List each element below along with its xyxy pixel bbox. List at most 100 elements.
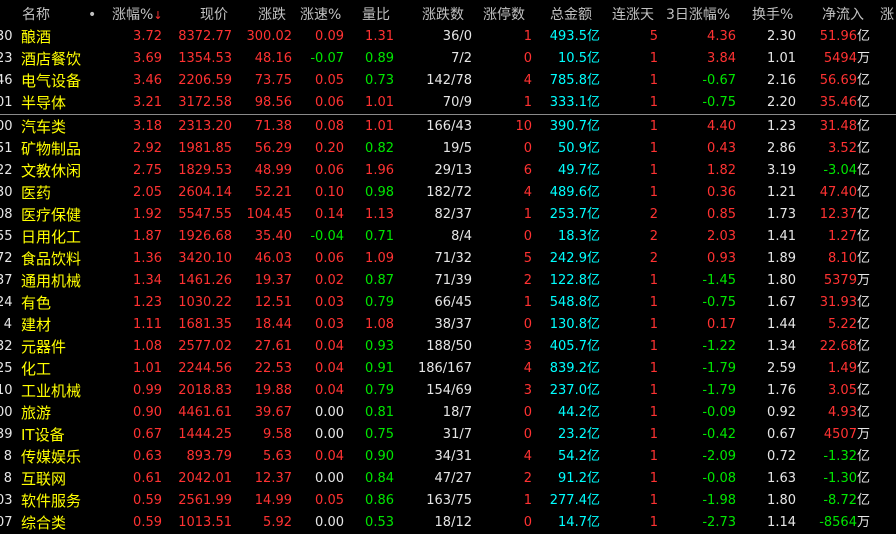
col-change-pct-header[interactable]: 涨幅%↓ bbox=[112, 4, 168, 26]
col-change-header[interactable]: 涨跌 bbox=[258, 4, 298, 26]
table-row[interactable]: 4 建材 1.11 1681.35 18.44 0.03 1.08 38/37 0 1 0.17 1.… bbox=[0, 314, 896, 336]
table-row[interactable]: 8 传媒娱乐 0.63 893.79 5.63 0.04 0.90 34/31 4 1 -2.09 0… bbox=[0, 446, 896, 468]
row-amount: 253.7亿 bbox=[536, 204, 600, 226]
table-row[interactable]: 08 医疗保健 1.92 5547.55 104.45 0.14 1.13 82/37 1 2 0.… bbox=[0, 204, 896, 226]
table-row[interactable]: 22 文教休闲 2.75 1829.53 48.99 0.06 1.96 29/13 6 1 1.8… bbox=[0, 160, 896, 182]
row-amount-value: 493.5 bbox=[549, 29, 587, 44]
row-volume-ratio: 1.01 bbox=[365, 95, 394, 110]
table-row[interactable]: 51 矿物制品 2.92 1981.85 56.29 0.20 0.82 19/5 0 1 0.43… bbox=[0, 138, 896, 160]
row-price: 2313.20 bbox=[178, 119, 232, 134]
row-change-pct: 0.59 bbox=[133, 493, 162, 508]
row-amount-value: 548.8 bbox=[549, 295, 587, 310]
col-name-header[interactable]: 名称 bbox=[22, 4, 82, 26]
table-row[interactable]: 39 IT设备 0.67 1444.25 9.58 0.00 0.75 31/7 0 1 -0.42… bbox=[0, 424, 896, 446]
row-consec-days: 1 bbox=[649, 405, 658, 420]
row-up-down: 82/37 bbox=[434, 207, 472, 222]
table-row[interactable]: 10 工业机械 0.99 2018.83 19.88 0.04 0.79 154/69 3 1 -1… bbox=[0, 380, 896, 402]
row-speed: 0.02 bbox=[315, 273, 344, 288]
col-amount-header[interactable]: 总金额 bbox=[550, 4, 606, 26]
row-net-inflow-unit: 亿 bbox=[856, 339, 870, 354]
row-code: 01 bbox=[0, 95, 13, 110]
row-volume-ratio: 1.09 bbox=[365, 251, 394, 266]
col-speed-header[interactable]: 涨速% bbox=[300, 4, 350, 26]
row-turnover: 2.16 bbox=[767, 73, 796, 88]
table-row[interactable]: 01 半导体 3.21 3172.58 98.56 0.06 1.01 70/9 1 1 -0.75… bbox=[0, 92, 896, 114]
row-up-down: 34/31 bbox=[434, 449, 472, 464]
row-price: 1030.22 bbox=[178, 295, 232, 310]
row-turnover: 1.44 bbox=[767, 317, 796, 332]
row-volume-ratio: 1.01 bbox=[365, 119, 394, 134]
row-limit-up: 0 bbox=[523, 229, 532, 244]
table-row[interactable]: 23 酒店餐饮 3.69 1354.53 48.16 -0.07 0.89 7/2 0 1 3.84… bbox=[0, 48, 896, 70]
table-row[interactable]: 25 化工 1.01 2244.56 22.53 0.04 0.91 186/167 4 1 -1.… bbox=[0, 358, 896, 380]
row-consec-days: 1 bbox=[649, 141, 658, 156]
row-amount-value: 18.3 bbox=[558, 229, 587, 244]
row-3d-change: -1.98 bbox=[702, 493, 736, 508]
row-volume-ratio: 0.81 bbox=[365, 405, 394, 420]
row-volume-ratio: 1.96 bbox=[365, 163, 394, 178]
row-amount-unit: 亿 bbox=[586, 95, 600, 110]
row-consec-days: 1 bbox=[649, 361, 658, 376]
row-3d-change: -1.45 bbox=[702, 273, 736, 288]
row-consec-days: 1 bbox=[649, 73, 658, 88]
row-amount-unit: 亿 bbox=[586, 273, 600, 288]
row-price: 1981.85 bbox=[178, 141, 232, 156]
row-net-inflow: 47.40亿 bbox=[800, 182, 870, 204]
row-name: 酒店餐饮 bbox=[21, 50, 82, 68]
table-row[interactable]: 32 元器件 1.08 2577.02 27.61 0.04 0.93 188/50 3 1 -1.… bbox=[0, 336, 896, 358]
row-change-pct: 1.36 bbox=[133, 251, 162, 266]
table-row[interactable]: 55 日用化工 1.87 1926.68 35.40 -0.04 0.71 8/4 0 2 2.03… bbox=[0, 226, 896, 248]
row-change: 35.40 bbox=[254, 229, 292, 244]
col-net-inflow-header[interactable]: 净流入 bbox=[822, 4, 870, 26]
row-price: 2206.59 bbox=[178, 73, 232, 88]
row-volume-ratio: 1.13 bbox=[365, 207, 394, 222]
row-amount-unit: 亿 bbox=[586, 73, 600, 88]
row-change-pct: 2.92 bbox=[133, 141, 162, 156]
row-3d-change: 4.36 bbox=[707, 29, 736, 44]
row-amount-unit: 亿 bbox=[586, 427, 600, 442]
table-row[interactable]: 03 软件服务 0.59 2561.99 14.99 0.05 0.86 163/75 1 1 -1… bbox=[0, 490, 896, 512]
row-3d-change: -0.42 bbox=[702, 427, 736, 442]
table-row[interactable]: 00 汽车类 3.18 2313.20 71.38 0.08 1.01 166/43 10 1 4.… bbox=[0, 116, 896, 138]
col-limit-up-header[interactable]: 涨停数 bbox=[483, 4, 539, 26]
row-consec-days: 1 bbox=[649, 383, 658, 398]
row-net-inflow-value: -1.32 bbox=[823, 449, 857, 464]
row-code: 55 bbox=[0, 229, 13, 244]
table-row[interactable]: 8 互联网 0.61 2042.01 12.37 0.00 0.84 47/27 2 1 -0.08… bbox=[0, 468, 896, 490]
row-net-inflow-value: 5379 bbox=[823, 273, 857, 288]
col-turnover-header[interactable]: 换手% bbox=[752, 4, 800, 26]
row-net-inflow-value: 5494 bbox=[823, 51, 857, 66]
col-3d-change-header[interactable]: 3日涨幅% bbox=[666, 4, 740, 26]
col-extra-header[interactable]: 涨 bbox=[880, 4, 896, 26]
row-up-down: 70/9 bbox=[442, 95, 472, 110]
row-amount-unit: 亿 bbox=[586, 141, 600, 156]
row-up-down: 19/5 bbox=[442, 141, 472, 156]
row-up-down: 188/50 bbox=[426, 339, 472, 354]
table-row[interactable]: 07 综合类 0.59 1013.51 5.92 0.00 0.53 18/12 0 1 -2.73… bbox=[0, 512, 896, 534]
row-net-inflow: 22.68亿 bbox=[800, 336, 870, 358]
col-price-header[interactable]: 现价 bbox=[200, 4, 240, 26]
row-speed: 0.14 bbox=[315, 207, 344, 222]
row-consec-days: 1 bbox=[649, 449, 658, 464]
table-row[interactable]: 46 电气设备 3.46 2206.59 73.75 0.05 0.73 142/78 4 1 -0… bbox=[0, 70, 896, 92]
row-amount: 405.7亿 bbox=[536, 336, 600, 358]
col-up-down-header[interactable]: 涨跌数 bbox=[422, 4, 478, 26]
row-price: 4461.61 bbox=[178, 405, 232, 420]
row-consec-days: 2 bbox=[649, 229, 658, 244]
table-row[interactable]: 30 医药 2.05 2604.14 52.21 0.10 0.98 182/72 4 1 0.36… bbox=[0, 182, 896, 204]
col-consec-days-header[interactable]: 连涨天 bbox=[612, 4, 668, 26]
table-row[interactable]: 30 酿酒 3.72 8372.77 300.02 0.09 1.31 36/0 1 5 4.36 2… bbox=[0, 26, 896, 48]
table-row[interactable]: 00 旅游 0.90 4461.61 39.67 0.00 0.81 18/7 0 1 -0.09 0… bbox=[0, 402, 896, 424]
row-net-inflow: -1.32亿 bbox=[800, 446, 870, 468]
row-3d-change: 0.43 bbox=[707, 141, 736, 156]
table-row[interactable]: 37 通用机械 1.34 1461.26 19.37 0.02 0.87 71/39 2 1 -1.… bbox=[0, 270, 896, 292]
col-volume-ratio-header[interactable]: 量比 bbox=[362, 4, 402, 26]
table-row[interactable]: 24 有色 1.23 1030.22 12.51 0.03 0.79 66/45 1 1 -0.75… bbox=[0, 292, 896, 314]
row-price: 1013.51 bbox=[178, 515, 232, 530]
table-row[interactable]: 72 食品饮料 1.36 3420.10 46.03 0.06 1.09 71/32 5 2 0.9… bbox=[0, 248, 896, 270]
row-consec-days: 1 bbox=[649, 515, 658, 530]
row-amount: 237.0亿 bbox=[536, 380, 600, 402]
row-net-inflow-value: 31.48 bbox=[819, 119, 857, 134]
row-3d-change: -1.79 bbox=[702, 383, 736, 398]
row-name: 工业机械 bbox=[21, 382, 82, 400]
